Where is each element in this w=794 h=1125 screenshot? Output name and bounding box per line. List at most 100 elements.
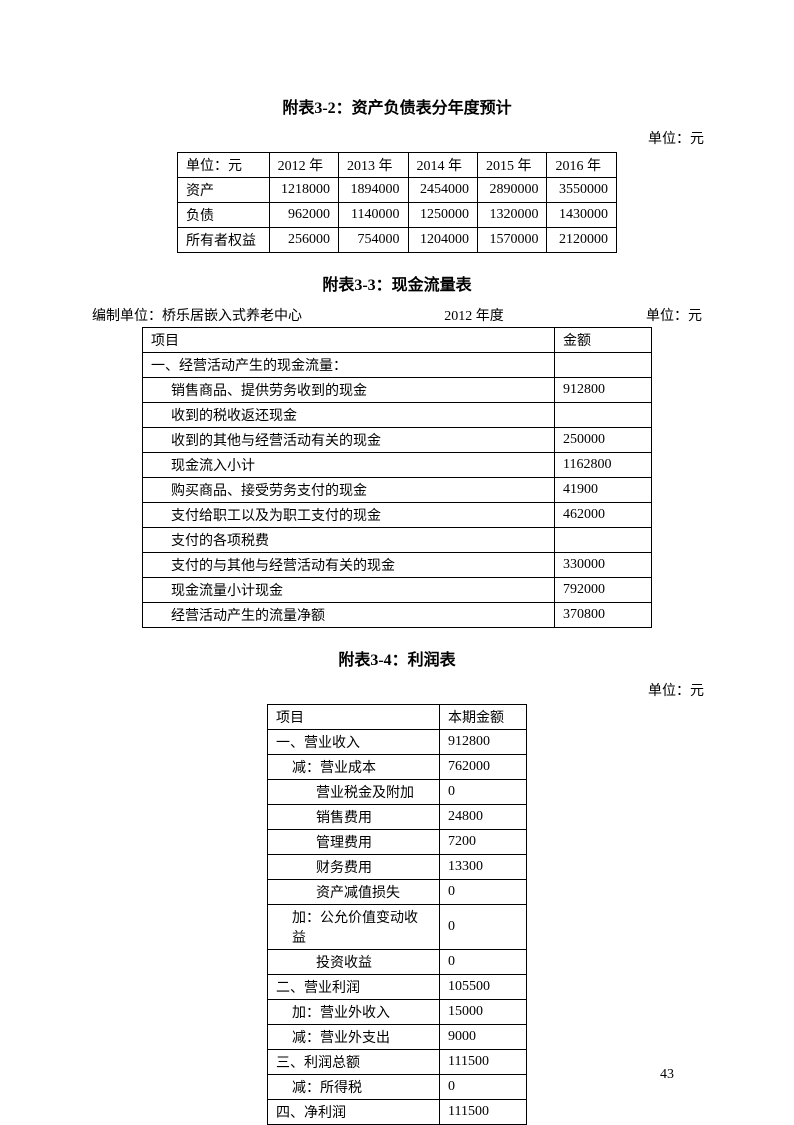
row-amount: 7200 — [440, 830, 527, 855]
cell: 256000 — [269, 228, 338, 253]
row-amount: 0 — [440, 905, 527, 950]
row-amount: 370800 — [555, 603, 652, 628]
table-row: 三、利润总额111500 — [268, 1050, 527, 1075]
table-row: 四、净利润111500 — [268, 1100, 527, 1125]
row-label: 销售费用 — [268, 805, 440, 830]
table-row: 收到的其他与经营活动有关的现金250000 — [143, 428, 652, 453]
row-label: 加：公允价值变动收益 — [268, 905, 440, 950]
col-2012: 2012 年 — [269, 153, 338, 178]
table-row: 加：公允价值变动收益0 — [268, 905, 527, 950]
cell: 1218000 — [269, 178, 338, 203]
cell: 2120000 — [547, 228, 617, 253]
cash-flow-table: 项目 金额 一、经营活动产生的现金流量： 销售商品、提供劳务收到的现金91280… — [142, 327, 652, 628]
row-amount: 0 — [440, 780, 527, 805]
cashflow-header-right: 单位：元 — [646, 305, 702, 325]
row-amount: 9000 — [440, 1025, 527, 1050]
section-3-4-unit: 单位：元 — [90, 680, 704, 700]
row-label: 四、净利润 — [268, 1100, 440, 1125]
row-amount: 13300 — [440, 855, 527, 880]
row-label: 三、利润总额 — [268, 1050, 440, 1075]
section-3-3-title: 附表3-3：现金流量表 — [90, 271, 704, 295]
section-3-2-title: 附表3-2：资产负债表分年度预计 — [90, 94, 704, 118]
cell: 3550000 — [547, 178, 617, 203]
table-row: 支付的各项税费 — [143, 528, 652, 553]
table-row: 购买商品、接受劳务支付的现金41900 — [143, 478, 652, 503]
row-label: 支付的各项税费 — [143, 528, 555, 553]
row-label: 营业税金及附加 — [268, 780, 440, 805]
row-amount: 762000 — [440, 755, 527, 780]
cell: 2454000 — [408, 178, 477, 203]
cell: 1894000 — [339, 178, 408, 203]
cell: 1430000 — [547, 203, 617, 228]
table-row: 减：营业外支出9000 — [268, 1025, 527, 1050]
row-label: 投资收益 — [268, 950, 440, 975]
col-item: 项目 — [143, 328, 555, 353]
cell: 1570000 — [477, 228, 546, 253]
row-label: 财务费用 — [268, 855, 440, 880]
row-amount: 105500 — [440, 975, 527, 1000]
table-row: 销售费用24800 — [268, 805, 527, 830]
row-label: 资产 — [178, 178, 270, 203]
row-amount: 0 — [440, 880, 527, 905]
table-row: 支付的与其他与经营活动有关的现金330000 — [143, 553, 652, 578]
row-amount — [555, 353, 652, 378]
table-row: 资产减值损失0 — [268, 880, 527, 905]
table-row: 所有者权益 256000 754000 1204000 1570000 2120… — [178, 228, 617, 253]
cell: 962000 — [269, 203, 338, 228]
row-amount: 912800 — [555, 378, 652, 403]
row-amount: 912800 — [440, 730, 527, 755]
table-row: 二、营业利润105500 — [268, 975, 527, 1000]
row-label: 一、经营活动产生的现金流量： — [143, 353, 555, 378]
row-label: 所有者权益 — [178, 228, 270, 253]
row-amount: 0 — [440, 950, 527, 975]
cashflow-header-mid: 2012 年度 — [444, 305, 504, 325]
table-row: 负债 962000 1140000 1250000 1320000 143000… — [178, 203, 617, 228]
table-row: 财务费用13300 — [268, 855, 527, 880]
row-amount: 462000 — [555, 503, 652, 528]
col-item: 项目 — [268, 705, 440, 730]
page-number: 43 — [660, 1067, 674, 1083]
row-amount: 1162800 — [555, 453, 652, 478]
table-header-row: 项目 金额 — [143, 328, 652, 353]
row-label: 减：营业外支出 — [268, 1025, 440, 1050]
table-row: 经营活动产生的流量净额370800 — [143, 603, 652, 628]
row-amount: 792000 — [555, 578, 652, 603]
row-label: 加：营业外收入 — [268, 1000, 440, 1025]
row-amount: 24800 — [440, 805, 527, 830]
row-label: 资产减值损失 — [268, 880, 440, 905]
row-label: 二、营业利润 — [268, 975, 440, 1000]
row-label: 销售商品、提供劳务收到的现金 — [143, 378, 555, 403]
table-row: 管理费用7200 — [268, 830, 527, 855]
section-3-2-unit: 单位：元 — [90, 128, 704, 148]
table-row: 减：营业成本762000 — [268, 755, 527, 780]
row-label: 现金流量小计现金 — [143, 578, 555, 603]
row-amount: 111500 — [440, 1050, 527, 1075]
row-label: 购买商品、接受劳务支付的现金 — [143, 478, 555, 503]
table-row: 一、经营活动产生的现金流量： — [143, 353, 652, 378]
row-label: 一、营业收入 — [268, 730, 440, 755]
income-statement-table: 项目 本期金额 一、营业收入912800 减：营业成本762000 营业税金及附… — [267, 704, 527, 1125]
row-label: 负债 — [178, 203, 270, 228]
table-row: 资产 1218000 1894000 2454000 2890000 35500… — [178, 178, 617, 203]
col-2015: 2015 年 — [477, 153, 546, 178]
row-label: 支付给职工以及为职工支付的现金 — [143, 503, 555, 528]
row-amount — [555, 528, 652, 553]
row-label: 支付的与其他与经营活动有关的现金 — [143, 553, 555, 578]
row-amount: 330000 — [555, 553, 652, 578]
cell: 754000 — [339, 228, 408, 253]
row-amount: 250000 — [555, 428, 652, 453]
table-row: 加：营业外收入15000 — [268, 1000, 527, 1025]
col-2014: 2014 年 — [408, 153, 477, 178]
table-row: 减：所得税0 — [268, 1075, 527, 1100]
table-row: 一、营业收入912800 — [268, 730, 527, 755]
col-amount: 金额 — [555, 328, 652, 353]
row-label: 减：所得税 — [268, 1075, 440, 1100]
col-2016: 2016 年 — [547, 153, 617, 178]
cashflow-header-left: 编制单位：桥乐居嵌入式养老中心 — [92, 305, 302, 325]
table-row: 现金流入小计1162800 — [143, 453, 652, 478]
row-amount: 111500 — [440, 1100, 527, 1125]
table-row: 销售商品、提供劳务收到的现金912800 — [143, 378, 652, 403]
table-row: 营业税金及附加0 — [268, 780, 527, 805]
row-label: 经营活动产生的流量净额 — [143, 603, 555, 628]
row-label: 现金流入小计 — [143, 453, 555, 478]
